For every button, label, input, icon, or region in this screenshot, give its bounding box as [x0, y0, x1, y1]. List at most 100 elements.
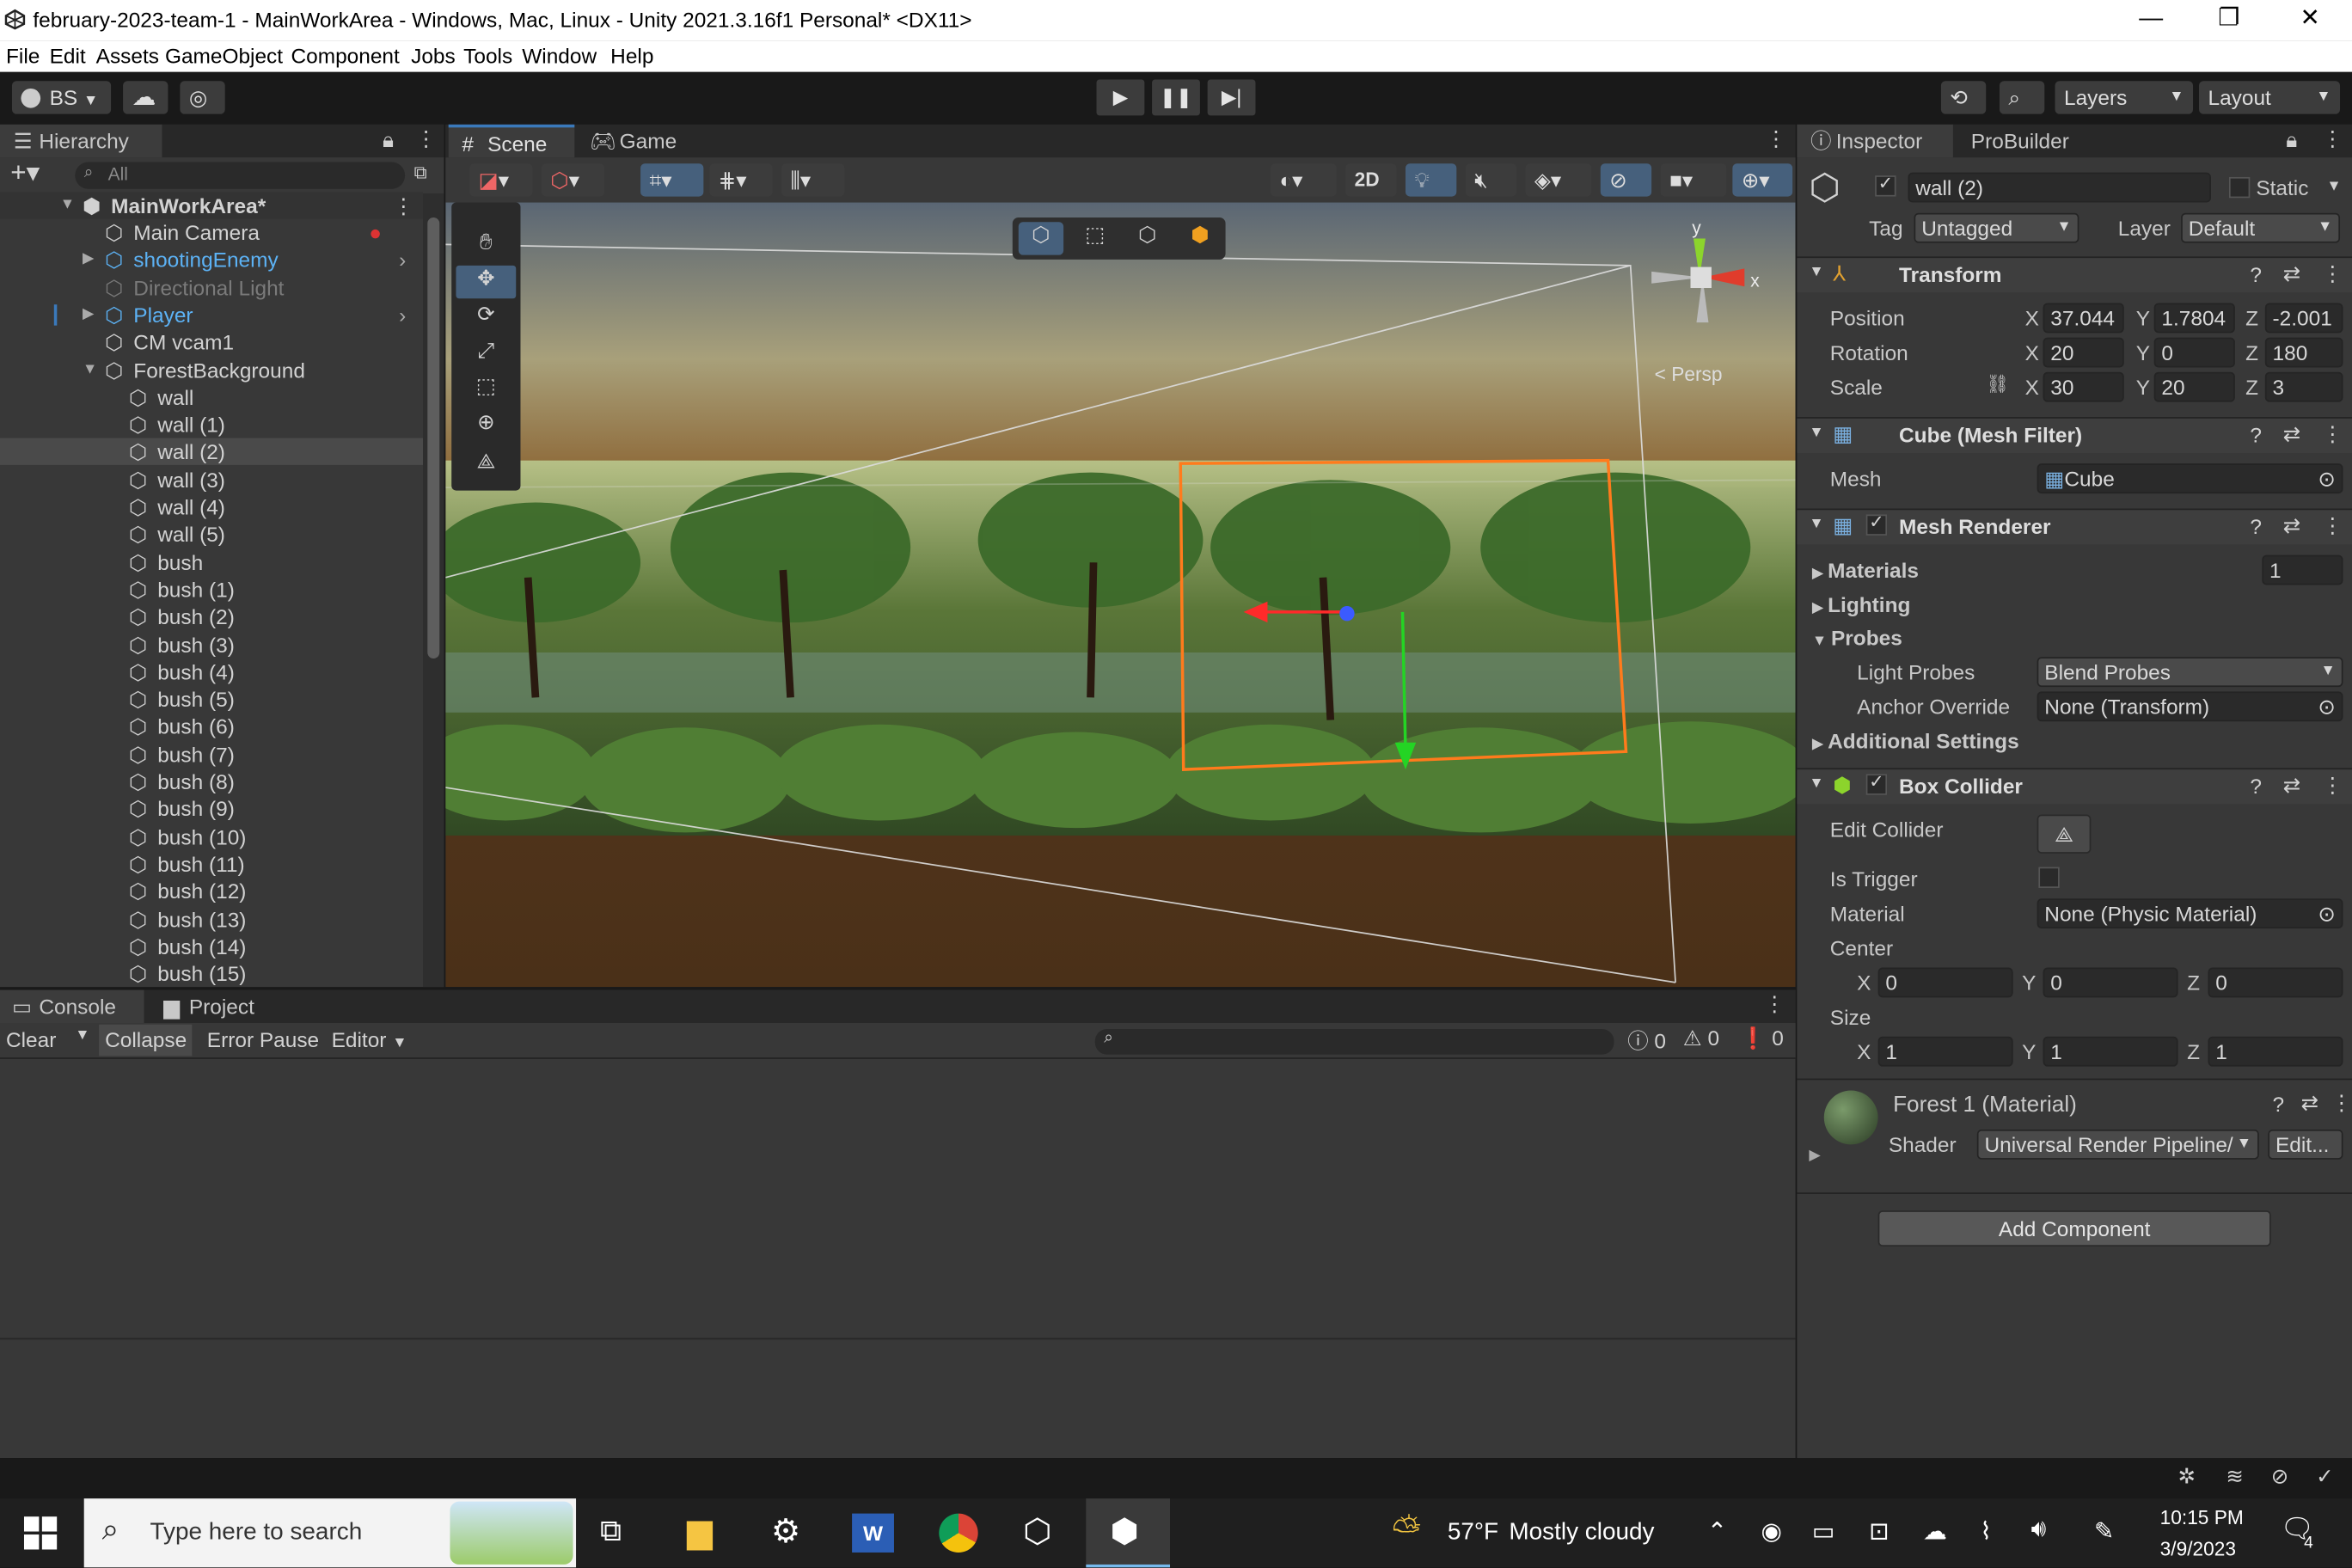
- collapsed-arrow-icon[interactable]: ▶: [83, 247, 94, 273]
- history-button[interactable]: ⟲: [1940, 81, 1987, 114]
- menu-tools[interactable]: Tools: [463, 44, 512, 68]
- preset-icon[interactable]: ⇄: [2283, 261, 2300, 287]
- hierarchy-item[interactable]: ⬡ bush (10): [0, 823, 423, 849]
- chrome-icon[interactable]: [939, 1513, 978, 1553]
- help-icon[interactable]: ?: [2250, 774, 2262, 798]
- scale-tool-icon[interactable]: ⤢: [456, 338, 516, 371]
- hierarchy-item[interactable]: ⬡ bush (7): [0, 740, 423, 767]
- clock-date[interactable]: 3/9/2023: [2160, 1538, 2236, 1560]
- object-picker-icon[interactable]: ⊙: [2318, 900, 2335, 927]
- light-probes-dropdown[interactable]: Blend Probes ▼: [2037, 657, 2343, 688]
- hierarchy-item[interactable]: ⬡ bush (4): [0, 658, 423, 685]
- probes-foldout[interactable]: ▼ Probes: [1812, 626, 1902, 650]
- taskbar-search-box[interactable]: ⌕ Type here to search: [83, 1498, 577, 1568]
- hand-tool-icon[interactable]: ✋︎: [456, 230, 516, 262]
- mesh-filter-header[interactable]: ▼ ▦ Cube (Mesh Filter) ? ⇄ ⋮: [1797, 417, 2352, 453]
- battery-icon[interactable]: ▭: [1812, 1516, 1834, 1547]
- edge-mode-icon[interactable]: ⬡: [1125, 222, 1170, 254]
- search-button[interactable]: ⌕: [1999, 81, 2045, 114]
- collider-material-field[interactable]: None (Physic Material) ⊙: [2037, 898, 2343, 929]
- position-y-field[interactable]: 1.7804: [2153, 303, 2235, 334]
- more-options-icon[interactable]: ⋮: [2322, 421, 2343, 447]
- hierarchy-item[interactable]: ⬡ wall: [0, 383, 423, 410]
- center-z-field[interactable]: 0: [2208, 967, 2343, 998]
- center-x-field[interactable]: 0: [1877, 967, 2013, 998]
- hierarchy-item[interactable]: ⬡ wall (5): [0, 521, 423, 548]
- hierarchy-item[interactable]: ⬡ Directional Light: [0, 274, 423, 301]
- preset-icon[interactable]: ⇄: [2283, 421, 2300, 447]
- hierarchy-item[interactable]: ⬡ bush (8): [0, 768, 423, 794]
- step-button[interactable]: ▶|: [1207, 79, 1256, 116]
- lighting-foldout[interactable]: ▶ Lighting: [1812, 592, 1911, 616]
- menu-gameobject[interactable]: GameObject: [165, 44, 283, 68]
- hierarchy-item[interactable]: ⬡ bush (12): [0, 878, 423, 904]
- network-icon[interactable]: ≋: [2226, 1464, 2243, 1490]
- pause-button[interactable]: ❚❚: [1152, 79, 1200, 116]
- mesh-field[interactable]: ▦Cube ⊙: [2037, 463, 2343, 494]
- hierarchy-item[interactable]: ▼ ⬡ ForestBackground: [0, 356, 423, 383]
- log-count[interactable]: ⓘ 0: [1627, 1026, 1666, 1057]
- editor-dropdown[interactable]: Editor ▼: [332, 1027, 407, 1051]
- play-button[interactable]: ▶: [1096, 79, 1145, 116]
- grid-snap-dropdown[interactable]: ⋕▾: [709, 163, 773, 197]
- more-options-icon[interactable]: ⋮: [415, 126, 436, 152]
- hierarchy-item[interactable]: ▶ ⬡ Player ›: [0, 302, 423, 328]
- transform-tool-icon[interactable]: ⊕: [456, 409, 516, 442]
- expand-icon[interactable]: ⧉: [414, 162, 427, 184]
- box-collider-header[interactable]: ▼ ⬢ ✓ Box Collider ? ⇄ ⋮: [1797, 768, 2352, 805]
- tab-inspector[interactable]: ⓘ Inspector: [1797, 124, 1953, 158]
- camera-dropdown[interactable]: ■▾: [1660, 163, 1727, 197]
- unity-editor-taskbar-button[interactable]: ⬢: [1086, 1498, 1171, 1568]
- shading-mode-dropdown[interactable]: ◐▾: [1270, 163, 1337, 197]
- transform-header[interactable]: ▼ ⅄ Transform ? ⇄ ⋮: [1797, 256, 2352, 293]
- chevron-down-icon[interactable]: ▼: [75, 1027, 89, 1044]
- anchor-override-field[interactable]: None (Transform) ⊙: [2037, 691, 2343, 722]
- more-options-icon[interactable]: ⋮: [2322, 261, 2343, 287]
- layer-dropdown[interactable]: Default ▼: [2181, 212, 2341, 243]
- tab-hierarchy[interactable]: ☰ Hierarchy: [0, 124, 162, 158]
- unity-hub-icon[interactable]: ⬡: [1023, 1512, 1052, 1551]
- tab-project[interactable]: ▆ Project: [150, 990, 285, 1023]
- materials-count-field[interactable]: 1: [2262, 554, 2343, 585]
- rotation-z-field[interactable]: 180: [2264, 337, 2343, 368]
- constrain-proportions-icon[interactable]: ⛓: [1986, 373, 2009, 394]
- object-mode-icon[interactable]: ⬡: [1018, 222, 1064, 255]
- more-options-icon[interactable]: ⋮: [2322, 513, 2343, 539]
- windows-start-icon[interactable]: [23, 1516, 58, 1550]
- position-z-field[interactable]: -2.001: [2264, 303, 2343, 334]
- wifi-icon[interactable]: ⌇: [1980, 1516, 1992, 1547]
- object-name-field[interactable]: wall (2): [1908, 172, 2211, 203]
- hierarchy-item[interactable]: ⬡ bush (11): [0, 850, 423, 877]
- weather-description[interactable]: Mostly cloudy: [1509, 1520, 1654, 1547]
- 2d-toggle[interactable]: 2D: [1345, 163, 1397, 197]
- hierarchy-item[interactable]: ⬡ bush (2): [0, 603, 423, 630]
- hierarchy-item[interactable]: ⬡ CM vcam1: [0, 328, 423, 355]
- file-explorer-icon[interactable]: ▆: [687, 1512, 713, 1551]
- cube-view-dropdown[interactable]: ⬡▾: [541, 163, 605, 197]
- scale-y-field[interactable]: 20: [2153, 371, 2235, 402]
- menu-assets[interactable]: Assets: [96, 44, 159, 68]
- auto-generate-lighting-icon[interactable]: ⊘: [2271, 1464, 2288, 1490]
- static-checkbox[interactable]: [2228, 176, 2251, 199]
- chevron-down-icon[interactable]: ▼: [2326, 179, 2341, 195]
- hierarchy-item[interactable]: ⬡ bush: [0, 548, 423, 575]
- visibility-toggle[interactable]: ⊘: [1600, 163, 1652, 197]
- lock-icon[interactable]: 🔒︎: [383, 127, 394, 153]
- hierarchy-item[interactable]: ⬡ bush (5): [0, 686, 423, 713]
- hierarchy-item[interactable]: ⬡ bush (14): [0, 933, 423, 959]
- center-y-field[interactable]: 0: [2043, 967, 2178, 998]
- layout-dropdown[interactable]: Layout ▼: [2199, 81, 2341, 114]
- draw-mode-dropdown[interactable]: ◪▾: [469, 163, 533, 197]
- shader-dropdown[interactable]: Universal Render Pipeline/▼: [1976, 1129, 2259, 1160]
- pen-icon[interactable]: ✎: [2094, 1516, 2114, 1547]
- add-icon[interactable]: +▾: [10, 157, 40, 189]
- projection-label[interactable]: < Persp: [1655, 363, 1723, 385]
- rect-tool-icon[interactable]: ⬚: [456, 373, 516, 406]
- hierarchy-item[interactable]: ⬡ bush (9): [0, 795, 423, 822]
- hierarchy-item[interactable]: ⬡ bush (13): [0, 905, 423, 932]
- check-circle-icon[interactable]: ✓: [2316, 1464, 2333, 1490]
- more-options-icon[interactable]: ⋮: [2322, 126, 2343, 152]
- tab-game[interactable]: 🎮︎ Game: [580, 125, 691, 157]
- menu-file[interactable]: File: [6, 44, 40, 68]
- edit-shader-button[interactable]: Edit...: [2268, 1129, 2343, 1160]
